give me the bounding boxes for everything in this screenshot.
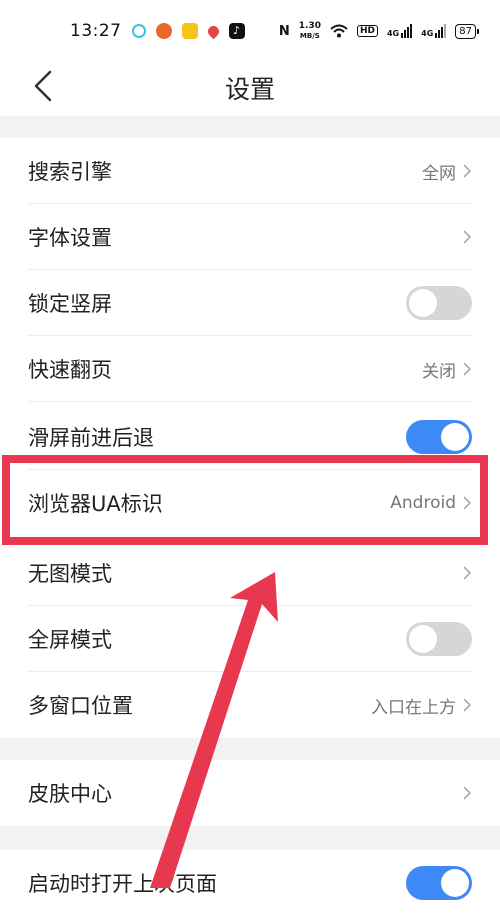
net-speed-value: 1.30 xyxy=(298,21,321,31)
net-type-2: 4G xyxy=(421,29,434,38)
setting-label: 字体设置 xyxy=(28,226,112,250)
section-gap-2 xyxy=(0,738,500,760)
chevron-right-icon xyxy=(463,230,472,244)
net-speed-unit: MB/S xyxy=(299,32,320,40)
hd-badge: HD xyxy=(356,25,378,37)
chevron-right-icon xyxy=(463,164,472,178)
app-icon-3 xyxy=(181,23,198,39)
setting-swipe-nav: 滑屏前进后退 xyxy=(0,404,500,470)
setting-restore-last-page: 启动时打开上次页面 xyxy=(0,850,500,916)
setting-label: 锁定竖屏 xyxy=(28,292,112,316)
status-bar: 13:27 ♪ N 1.30 MB/S HD 4G 4G 87 xyxy=(0,0,500,62)
setting-value-group: 入口在上方 xyxy=(371,693,472,718)
app-icon-1 xyxy=(131,24,146,38)
setting-value: 入口在上方 xyxy=(371,697,456,718)
setting-label: 无图模式 xyxy=(28,562,112,586)
setting-label: 皮肤中心 xyxy=(28,782,112,806)
setting-value-group: Android xyxy=(390,493,472,513)
setting-label: 全屏模式 xyxy=(28,628,112,652)
tiktok-icon: ♪ xyxy=(228,23,245,39)
setting-fast-page[interactable]: 快速翻页 关闭 xyxy=(0,336,500,402)
net-type-1: 4G xyxy=(386,29,400,38)
setting-value-group: 关闭 xyxy=(422,357,472,382)
restore-last-page-toggle[interactable] xyxy=(406,866,472,900)
chevron-left-icon xyxy=(34,70,52,102)
swipe-nav-toggle[interactable] xyxy=(406,420,472,454)
setting-value: 全网 xyxy=(422,163,456,184)
setting-value: 关闭 xyxy=(422,361,456,382)
toggle-knob xyxy=(409,625,437,653)
net-speed: 1.30 MB/S xyxy=(299,21,321,41)
setting-value-group xyxy=(462,229,472,245)
setting-font[interactable]: 字体设置 xyxy=(0,204,500,270)
setting-label: 滑屏前进后退 xyxy=(28,426,154,450)
setting-value-group: 全网 xyxy=(422,159,472,184)
signal-bars-1-icon xyxy=(401,24,413,38)
page-title: 设置 xyxy=(224,75,275,104)
signal-2: 4G xyxy=(421,24,447,38)
setting-label: 快速翻页 xyxy=(28,358,112,382)
battery-indicator: 87 xyxy=(455,23,479,39)
location-icon xyxy=(205,23,221,39)
chevron-right-icon xyxy=(463,362,472,376)
setting-fullscreen: 全屏模式 xyxy=(0,606,500,672)
fullscreen-toggle[interactable] xyxy=(406,622,472,656)
status-left: 13:27 ♪ xyxy=(70,21,245,41)
signal-bars-2-icon xyxy=(435,24,447,38)
status-right: N 1.30 MB/S HD 4G 4G 87 xyxy=(278,21,479,41)
toggle-knob xyxy=(409,289,437,317)
back-button[interactable] xyxy=(28,66,68,106)
setting-label: 多窗口位置 xyxy=(28,694,133,718)
app-icon-2 xyxy=(155,23,172,39)
wifi-icon xyxy=(330,24,348,38)
nfc-icon: N xyxy=(278,23,290,39)
section-gap-3 xyxy=(0,826,500,850)
signal-1: 4G xyxy=(386,24,413,38)
chevron-right-icon xyxy=(463,566,472,580)
header: 设置 xyxy=(0,62,500,114)
setting-no-image[interactable]: 无图模式 xyxy=(0,540,500,606)
chevron-right-icon xyxy=(463,698,472,712)
chevron-right-icon xyxy=(463,786,472,800)
divider xyxy=(28,401,472,402)
setting-label: 启动时打开上次页面 xyxy=(28,872,217,896)
setting-label: 搜索引擎 xyxy=(28,160,112,184)
setting-skin-center[interactable]: 皮肤中心 xyxy=(0,760,500,826)
setting-value: Android xyxy=(390,493,456,513)
setting-multiwindow-position[interactable]: 多窗口位置 入口在上方 xyxy=(0,672,500,738)
setting-value-group xyxy=(462,785,472,801)
setting-search-engine[interactable]: 搜索引擎 全网 xyxy=(0,138,500,204)
setting-ua[interactable]: 浏览器UA标识 Android xyxy=(0,470,500,536)
lock-portrait-toggle[interactable] xyxy=(406,286,472,320)
setting-value-group xyxy=(462,565,472,581)
toggle-knob xyxy=(441,869,469,897)
toggle-knob xyxy=(441,423,469,451)
chevron-right-icon xyxy=(463,496,472,510)
section-gap-1 xyxy=(0,116,500,138)
setting-label: 浏览器UA标识 xyxy=(28,492,163,516)
status-time: 13:27 xyxy=(70,21,122,41)
setting-lock-portrait: 锁定竖屏 xyxy=(0,270,500,336)
